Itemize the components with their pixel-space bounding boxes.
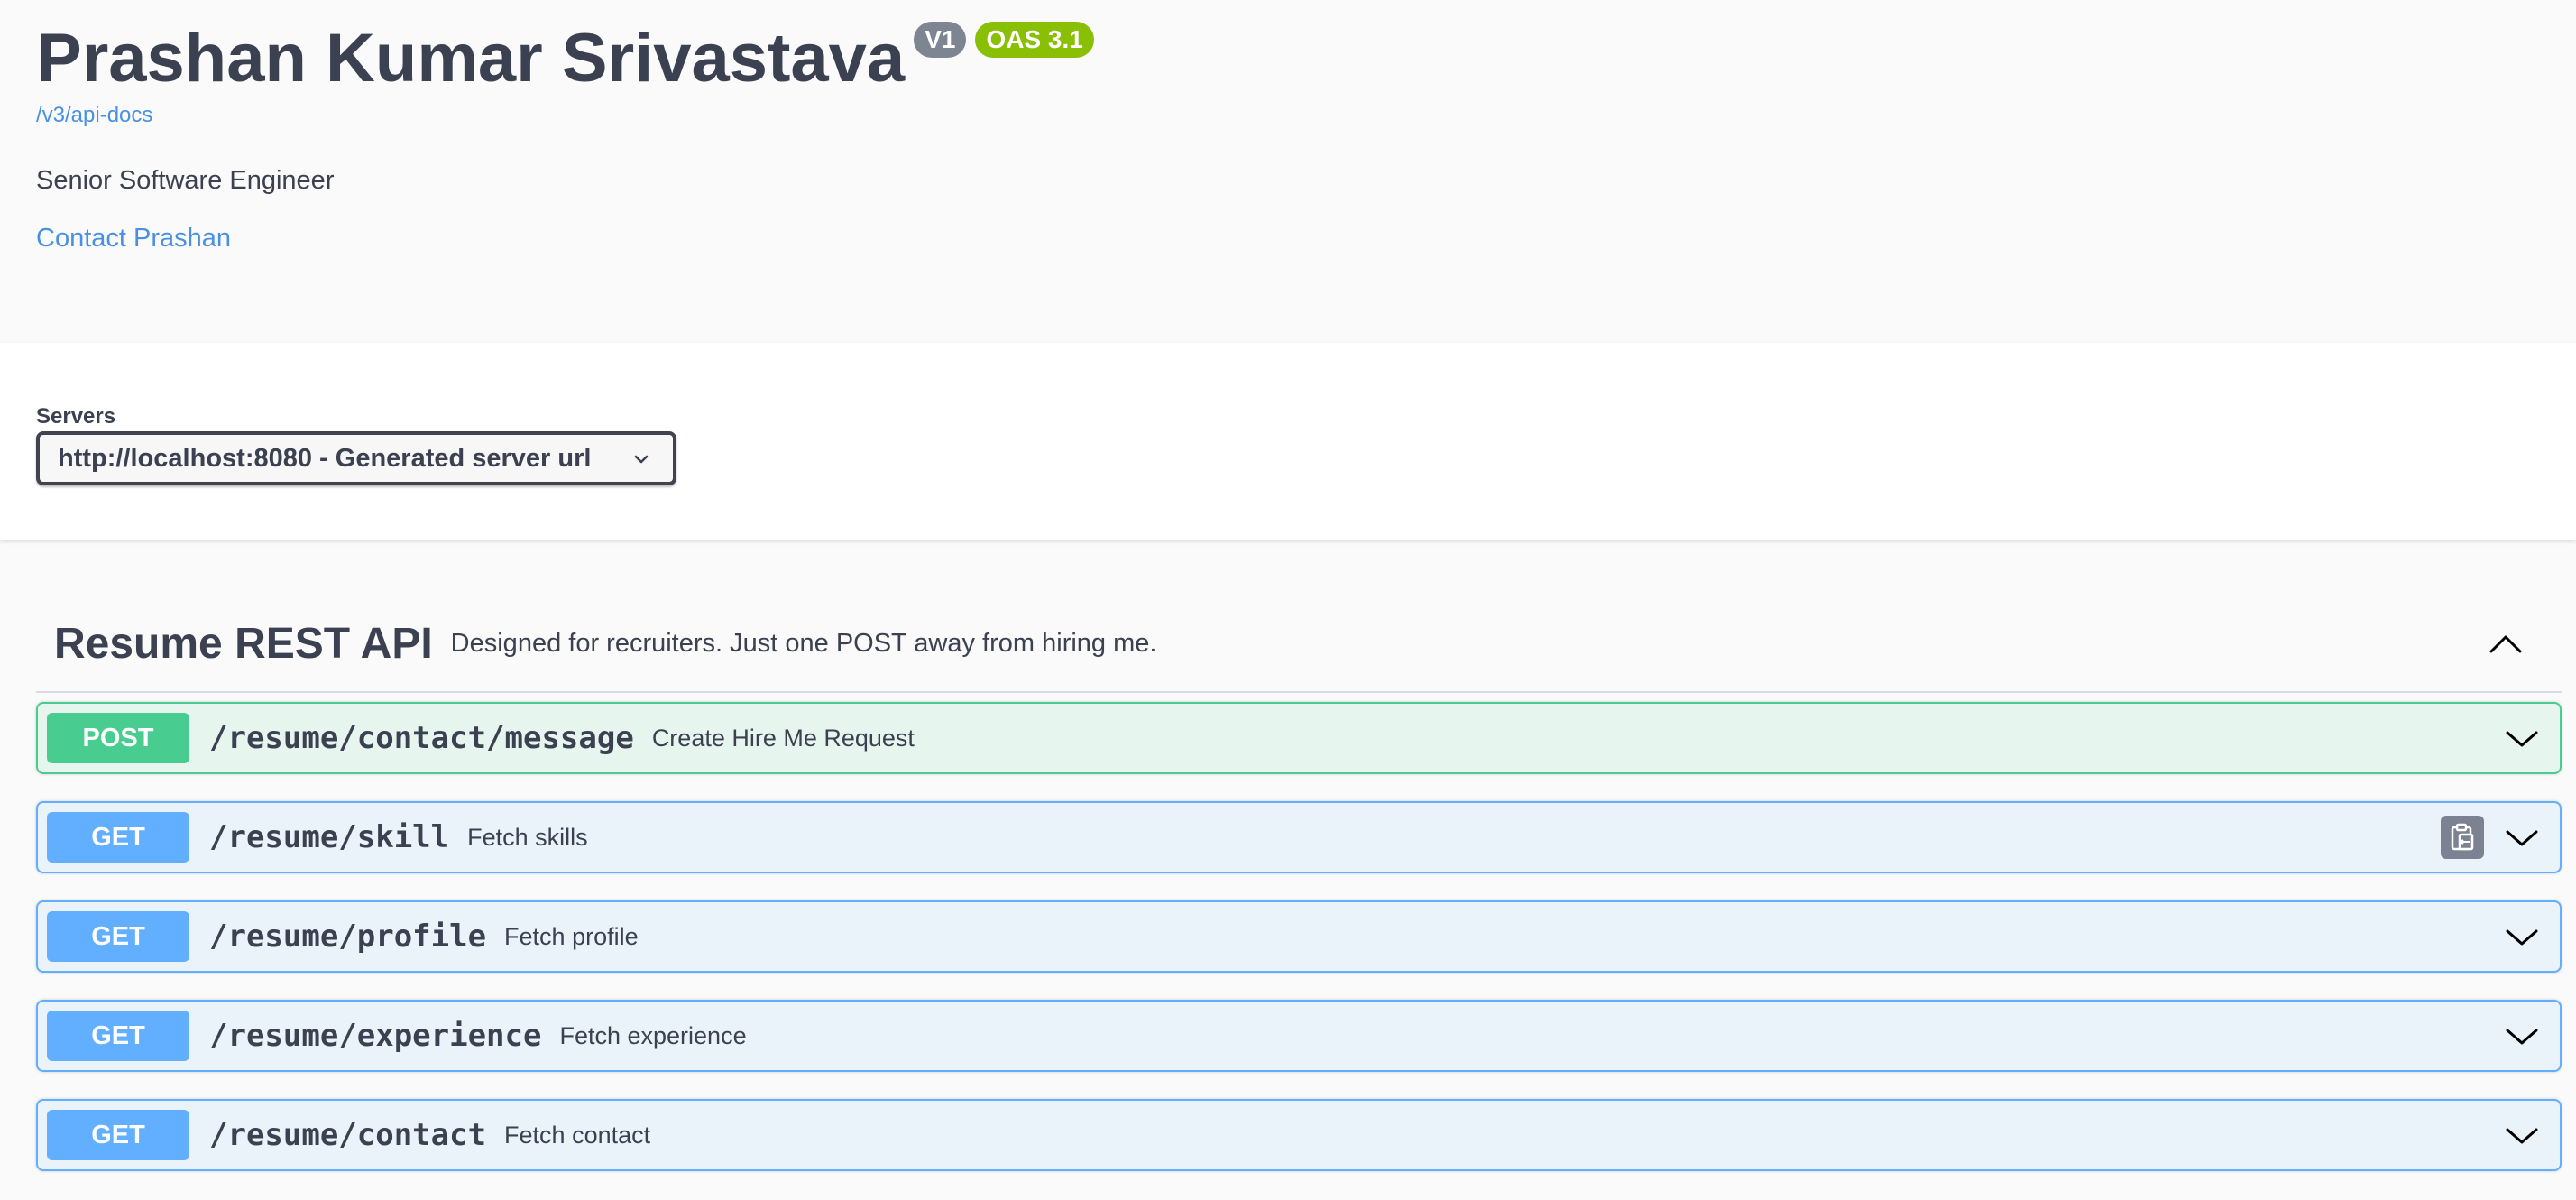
server-select-value: http://localhost:8080 - Generated server… bbox=[58, 443, 592, 473]
operation-path: /resume/skill bbox=[209, 819, 450, 855]
chevron-down-icon[interactable] bbox=[2504, 1121, 2540, 1151]
operation-get-profile[interactable]: GET /resume/profile Fetch profile bbox=[36, 900, 2562, 973]
oas-version-badge: OAS 3.1 bbox=[975, 22, 1094, 58]
copy-to-clipboard-button[interactable] bbox=[2441, 816, 2484, 859]
operation-path: /resume/experience bbox=[209, 1018, 542, 1054]
tag-header[interactable]: Resume REST API Designed for recruiters.… bbox=[36, 595, 2562, 693]
operation-summary: Fetch experience bbox=[559, 1021, 747, 1049]
tag-name: Resume REST API bbox=[54, 619, 433, 668]
contact-link[interactable]: Contact Prashan bbox=[36, 224, 231, 254]
chevron-down-icon bbox=[634, 455, 649, 464]
operation-get-contact[interactable]: GET /resume/contact Fetch contact bbox=[36, 1099, 2562, 1171]
servers-label: Servers bbox=[36, 404, 116, 429]
server-select[interactable]: http://localhost:8080 - Generated server… bbox=[36, 431, 676, 485]
method-badge: GET bbox=[47, 1110, 189, 1160]
version-badge: V1 bbox=[914, 22, 967, 58]
operation-get-skill[interactable]: GET /resume/skill Fetch skills bbox=[36, 801, 2562, 873]
operation-path: /resume/contact bbox=[209, 1117, 487, 1153]
tag-description: Designed for recruiters. Just one POST a… bbox=[450, 628, 1157, 658]
operation-summary: Fetch contact bbox=[504, 1121, 651, 1149]
api-description: Senior Software Engineer bbox=[36, 166, 335, 195]
method-badge: GET bbox=[47, 911, 189, 962]
method-badge: GET bbox=[47, 812, 189, 863]
method-badge: POST bbox=[47, 713, 189, 763]
title-row: Prashan Kumar Srivastava V1 OAS 3.1 bbox=[36, 20, 1094, 97]
info-section: Prashan Kumar Srivastava V1 OAS 3.1 /v3/… bbox=[0, 0, 2576, 343]
operation-path: /resume/contact/message bbox=[209, 720, 634, 756]
chevron-down-icon[interactable] bbox=[2504, 1021, 2540, 1052]
operation-summary: Create Hire Me Request bbox=[651, 724, 915, 752]
operation-summary: Fetch skills bbox=[467, 823, 588, 851]
chevron-down-icon[interactable] bbox=[2504, 922, 2540, 953]
operation-get-experience[interactable]: GET /resume/experience Fetch experience bbox=[36, 1000, 2562, 1072]
operation-path: /resume/profile bbox=[209, 918, 487, 955]
api-title: Prashan Kumar Srivastava bbox=[36, 20, 906, 97]
method-badge: GET bbox=[47, 1011, 189, 1061]
spec-url-link[interactable]: /v3/api-docs bbox=[36, 103, 152, 128]
operation-summary: Fetch profile bbox=[504, 922, 639, 950]
clipboard-icon bbox=[2451, 823, 2474, 851]
chevron-down-icon[interactable] bbox=[2504, 823, 2540, 854]
chevron-up-icon[interactable] bbox=[2486, 626, 2525, 662]
chevron-down-icon[interactable] bbox=[2504, 724, 2540, 754]
operation-post-contact-message[interactable]: POST /resume/contact/message Create Hire… bbox=[36, 702, 2562, 774]
